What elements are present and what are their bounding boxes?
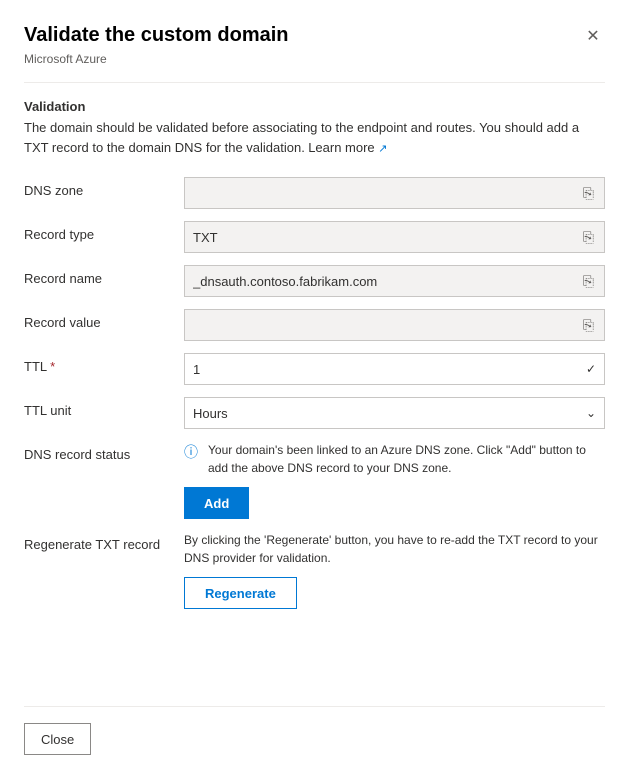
- record-value-label: Record value: [24, 309, 184, 330]
- regenerate-description: By clicking the 'Regenerate' button, you…: [184, 531, 605, 567]
- validation-description: The domain should be validated before as…: [24, 118, 605, 157]
- dialog-title: Validate the custom domain: [24, 24, 289, 47]
- record-type-input[interactable]: [193, 230, 581, 245]
- regenerate-content: By clicking the 'Regenerate' button, you…: [184, 531, 605, 609]
- record-name-label: Record name: [24, 265, 184, 286]
- regenerate-button[interactable]: Regenerate: [184, 577, 297, 609]
- info-icon: ⓘ: [184, 442, 200, 477]
- ttl-select[interactable]: 1 ✓: [184, 353, 605, 385]
- dns-status-content: ⓘ Your domain's been linked to an Azure …: [184, 441, 605, 519]
- dns-zone-input-wrapper: ⎘: [184, 177, 605, 209]
- record-value-input-wrapper: ⎘: [184, 309, 605, 341]
- dialog-header: Validate the custom domain ✕: [24, 24, 605, 48]
- validate-domain-dialog: Validate the custom domain ✕ Microsoft A…: [0, 0, 629, 771]
- record-name-input-wrapper: ⎘: [184, 265, 605, 297]
- record-type-copy-icon[interactable]: ⎘: [581, 227, 596, 248]
- record-name-control: ⎘: [184, 265, 605, 297]
- dialog-footer: Close: [24, 706, 605, 771]
- ttl-value: 1: [193, 362, 586, 377]
- record-type-row: Record type ⎘: [24, 221, 605, 253]
- record-type-input-wrapper: ⎘: [184, 221, 605, 253]
- dialog-subtitle: Microsoft Azure: [24, 52, 605, 66]
- ttl-unit-control: Hours ⌄: [184, 397, 605, 429]
- dns-status-info-box: ⓘ Your domain's been linked to an Azure …: [184, 441, 605, 477]
- ttl-check-icon: ✓: [586, 362, 596, 376]
- record-type-control: ⎘: [184, 221, 605, 253]
- record-name-row: Record name ⎘: [24, 265, 605, 297]
- record-value-input[interactable]: [193, 318, 581, 333]
- record-value-row: Record value ⎘: [24, 309, 605, 341]
- record-value-copy-icon[interactable]: ⎘: [581, 315, 596, 336]
- dns-zone-input[interactable]: [193, 186, 581, 201]
- validation-heading: Validation: [24, 99, 605, 114]
- record-value-control: ⎘: [184, 309, 605, 341]
- record-type-label: Record type: [24, 221, 184, 242]
- ttl-control: 1 ✓: [184, 353, 605, 385]
- dns-zone-control: ⎘: [184, 177, 605, 209]
- record-name-input[interactable]: [193, 274, 581, 289]
- add-button[interactable]: Add: [184, 487, 249, 519]
- regenerate-label: Regenerate TXT record: [24, 531, 184, 552]
- ttl-row: TTL * 1 ✓: [24, 353, 605, 385]
- ttl-unit-row: TTL unit Hours ⌄: [24, 397, 605, 429]
- dns-status-label: DNS record status: [24, 441, 184, 462]
- ttl-unit-chevron-icon: ⌄: [586, 406, 596, 420]
- regenerate-row: Regenerate TXT record By clicking the 'R…: [24, 531, 605, 609]
- header-divider: [24, 82, 605, 83]
- external-link-icon: ↗: [378, 143, 387, 155]
- dns-status-info-text: Your domain's been linked to an Azure DN…: [208, 441, 605, 477]
- learn-more-link[interactable]: Learn more ↗: [308, 140, 387, 155]
- close-footer-button[interactable]: Close: [24, 723, 91, 755]
- dns-zone-copy-icon[interactable]: ⎘: [581, 183, 596, 204]
- ttl-label: TTL *: [24, 353, 184, 374]
- dns-zone-label: DNS zone: [24, 177, 184, 198]
- record-name-copy-icon[interactable]: ⎘: [581, 271, 596, 292]
- ttl-unit-label: TTL unit: [24, 397, 184, 418]
- ttl-required-star: *: [50, 359, 55, 374]
- dns-zone-row: DNS zone ⎘: [24, 177, 605, 209]
- dns-status-row: DNS record status ⓘ Your domain's been l…: [24, 441, 605, 519]
- ttl-unit-value: Hours: [193, 406, 586, 421]
- close-button[interactable]: ✕: [581, 24, 605, 48]
- ttl-unit-select[interactable]: Hours ⌄: [184, 397, 605, 429]
